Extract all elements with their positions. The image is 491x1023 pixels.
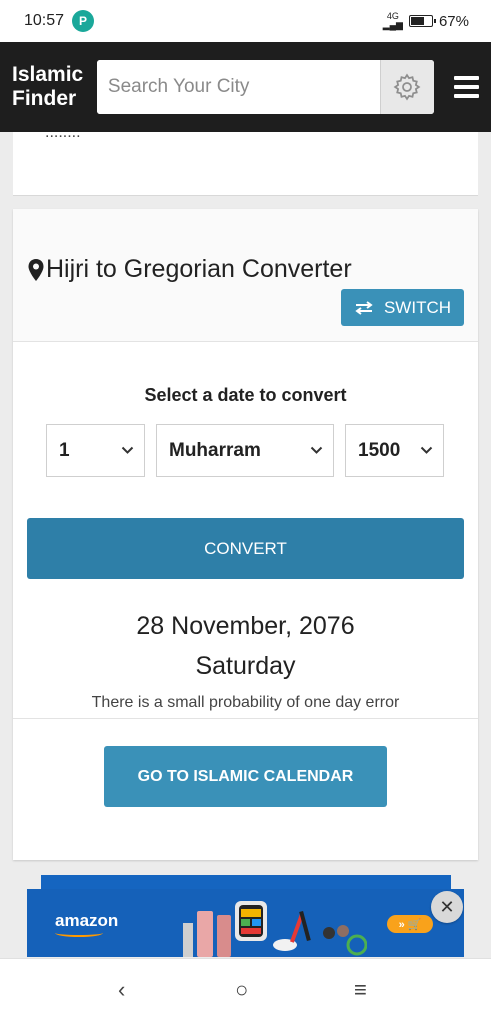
error-note: There is a small probability of one day …: [91, 694, 400, 711]
switch-label: SWITCH: [383, 297, 452, 317]
chevron-down-icon: [121, 443, 134, 458]
hamburger-menu-icon[interactable]: [440, 60, 479, 114]
gear-icon: [393, 73, 421, 101]
converter-title: Hijri to Gregorian Converter: [27, 255, 352, 284]
cut-off-text: ........: [45, 124, 81, 141]
status-right: 4G ▂▄▆ 67%: [383, 12, 469, 30]
recents-nav-icon[interactable]: ≡: [354, 977, 367, 1003]
ad-close-button[interactable]: ✕: [431, 891, 463, 923]
brand-logo[interactable]: Islamic Finder: [12, 63, 97, 111]
go-to-islamic-calendar-button[interactable]: GO TO ISLAMIC CALENDAR: [104, 746, 387, 807]
converter-card: Hijri to Gregorian Converter SWITCH Sele…: [13, 209, 478, 860]
year-select[interactable]: 1500: [345, 424, 444, 477]
system-nav-bar: ‹ ○ ≡: [0, 958, 491, 1023]
home-nav-icon[interactable]: ○: [235, 977, 248, 1003]
battery-fill: [410, 17, 425, 25]
switch-button[interactable]: SWITCH: [341, 289, 464, 326]
signal-icon: 4G ▂▄▆: [382, 11, 403, 30]
converter-title-text: Hijri to Gregorian Converter: [46, 255, 352, 283]
ad-cta-badge: » 🛒: [387, 915, 433, 933]
swap-arrows-icon: [355, 300, 373, 315]
status-bar: 10:57 P 4G ▂▄▆ 67%: [0, 0, 491, 42]
divider: [13, 718, 478, 719]
notification-app-icon: P: [72, 10, 95, 32]
ad-products-image: [183, 901, 367, 957]
battery-icon: [408, 15, 436, 27]
search-input[interactable]: [96, 60, 380, 114]
converter-card-header: Hijri to Gregorian Converter SWITCH: [13, 209, 478, 342]
year-value: 1500: [358, 439, 401, 461]
search-bar: [96, 60, 434, 114]
convert-button[interactable]: CONVERT: [27, 518, 464, 579]
menu-line: [454, 94, 479, 98]
network-type: 4G: [386, 11, 399, 21]
day-select[interactable]: 1: [46, 424, 145, 477]
menu-line: [454, 85, 479, 89]
map-pin-icon: [28, 258, 44, 281]
status-left: 10:57 P: [24, 10, 95, 32]
amazon-smile-icon: [55, 929, 103, 937]
previous-card: ........: [13, 124, 478, 196]
app-header: Islamic Finder: [0, 42, 491, 132]
brand-line2: Finder: [12, 87, 77, 110]
day-value: 1: [59, 439, 70, 461]
result-date: 28 November, 2076: [136, 612, 355, 640]
chevron-down-icon: [420, 443, 433, 458]
select-date-label: Select a date to convert: [144, 385, 347, 405]
back-nav-icon[interactable]: ‹: [118, 977, 125, 1003]
settings-button[interactable]: [379, 60, 434, 114]
ad-banner[interactable]: amazon » 🛒: [27, 889, 464, 957]
month-value: Muharram: [169, 439, 261, 461]
menu-line: [454, 76, 479, 80]
battery-percent: 67%: [438, 12, 469, 30]
month-select[interactable]: Muharram: [156, 424, 334, 477]
clock: 10:57: [24, 12, 65, 29]
brand-line1: Islamic: [12, 63, 84, 86]
chevron-down-icon: [310, 443, 323, 458]
amazon-logo: amazon: [55, 911, 119, 930]
result-weekday: Saturday: [195, 652, 296, 680]
